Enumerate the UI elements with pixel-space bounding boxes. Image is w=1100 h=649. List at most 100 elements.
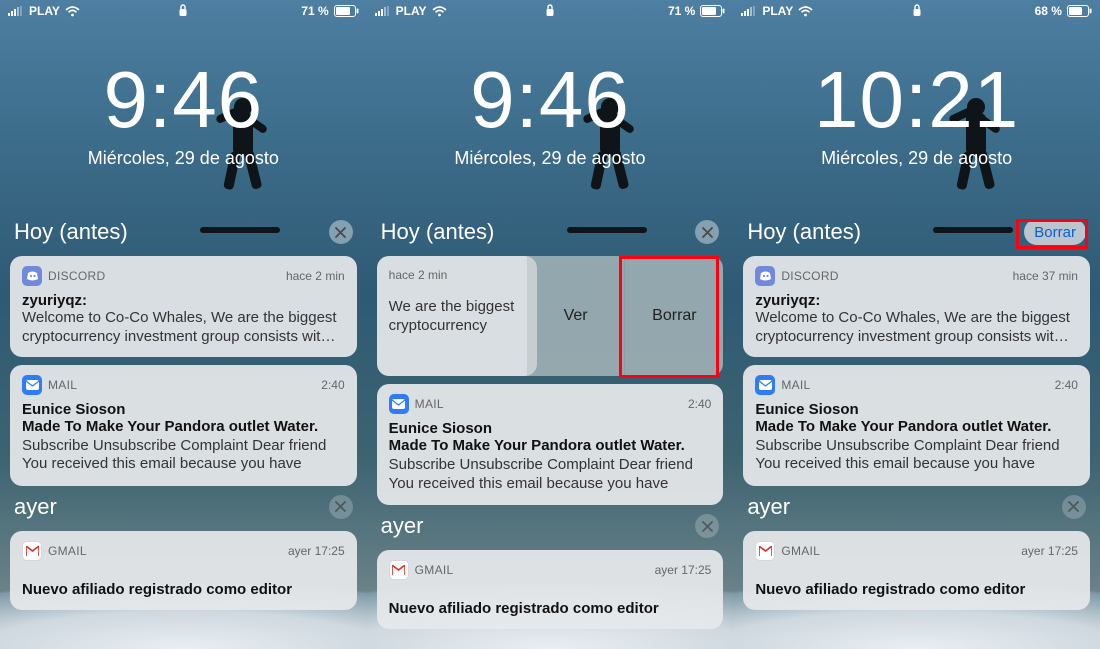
swipe-delete-button[interactable]: Borrar: [624, 256, 723, 376]
carrier-label: PLAY: [29, 4, 60, 18]
app-name: MAIL: [781, 378, 810, 392]
gmail-subject: Nuevo afiliado registrado como editor: [22, 581, 345, 598]
section-title: Hoy (antes): [381, 219, 495, 245]
notification-time: ayer 17:25: [288, 544, 345, 558]
notification-time: 2:40: [321, 378, 344, 392]
section-header-today: Hoy (antes): [10, 219, 357, 248]
discord-icon: [22, 266, 42, 286]
battery-label: 68 %: [1035, 4, 1062, 18]
close-icon: [702, 227, 713, 238]
wifi-icon: [798, 6, 813, 17]
close-icon: [1068, 501, 1079, 512]
battery-icon: [1067, 5, 1092, 17]
phone-screen-2: PLAY 71 % 9:46 Miércoles, 29 de agosto H…: [367, 0, 734, 649]
mail-subject: Made To Make Your Pandora outlet Water.: [755, 418, 1078, 435]
section-header-yesterday: ayer: [10, 494, 357, 523]
notification-gmail[interactable]: GMAIL ayer 17:25 Nuevo afiliado registra…: [10, 531, 357, 610]
signal-icon: [375, 6, 391, 17]
wifi-icon: [432, 6, 447, 17]
mail-preview: Subscribe Unsubscribe Complaint Dear fri…: [22, 437, 345, 476]
signal-icon: [8, 6, 24, 17]
app-name: DISCORD: [48, 269, 105, 283]
wifi-icon: [65, 6, 80, 17]
gmail-icon: [22, 541, 42, 561]
section-header-today: Hoy (antes) Borrar: [743, 219, 1090, 248]
status-bar: PLAY 71 %: [367, 0, 734, 22]
collapse-section-button[interactable]: [329, 495, 353, 519]
notification-time: ayer 17:25: [655, 563, 712, 577]
notification-time: 2:40: [1055, 378, 1078, 392]
gmail-subject: Nuevo afiliado registrado como editor: [389, 600, 712, 617]
section-header-today: Hoy (antes): [377, 219, 724, 248]
app-name: MAIL: [48, 378, 77, 392]
close-icon: [335, 501, 346, 512]
lock-date: Miércoles, 29 de agosto: [367, 148, 734, 169]
carrier-label: PLAY: [396, 4, 427, 18]
notification-discord-swiped[interactable]: hace 2 min We are the biggest cryptocurr…: [377, 256, 724, 376]
notification-body: Welcome to Co-Co Whales, We are the bigg…: [755, 309, 1078, 347]
status-bar: PLAY 68 %: [733, 0, 1100, 22]
notification-mail[interactable]: MAIL 2:40 Eunice Sioson Made To Make You…: [377, 384, 724, 505]
signal-icon: [741, 6, 757, 17]
gmail-icon: [389, 560, 409, 580]
app-name: DISCORD: [781, 269, 838, 283]
battery-label: 71 %: [301, 4, 328, 18]
notification-time: 2:40: [688, 397, 711, 411]
collapse-section-button[interactable]: [695, 514, 719, 538]
notification-gmail[interactable]: GMAIL ayer 17:25 Nuevo afiliado registra…: [743, 531, 1090, 610]
app-name: GMAIL: [781, 544, 820, 558]
lock-clock: 9:46: [367, 60, 734, 140]
notification-discord[interactable]: DISCORD hace 2 min zyuriyqz: Welcome to …: [10, 256, 357, 357]
battery-label: 71 %: [668, 4, 695, 18]
notification-mail[interactable]: MAIL 2:40 Eunice Sioson Made To Make You…: [10, 365, 357, 486]
app-name: GMAIL: [415, 563, 454, 577]
lock-icon: [912, 3, 922, 20]
gmail-subject: Nuevo afiliado registrado como editor: [755, 581, 1078, 598]
lock-clock: 10:21: [733, 60, 1100, 140]
lock-date: Miércoles, 29 de agosto: [0, 148, 367, 169]
swipe-view-button[interactable]: Ver: [527, 256, 625, 376]
section-title: Hoy (antes): [14, 219, 128, 245]
lock-icon: [178, 3, 188, 20]
mail-preview: Subscribe Unsubscribe Complaint Dear fri…: [389, 456, 712, 495]
mail-sender: Eunice Sioson: [22, 401, 345, 418]
notification-body: We are the biggest cryptocurrency invest…: [389, 298, 525, 337]
section-header-yesterday: ayer: [743, 494, 1090, 523]
collapse-section-button[interactable]: [1062, 495, 1086, 519]
battery-icon: [700, 5, 725, 17]
section-title: ayer: [381, 513, 424, 539]
gmail-icon: [755, 541, 775, 561]
battery-icon: [334, 5, 359, 17]
notification-time: hace 2 min: [286, 269, 345, 283]
app-name: GMAIL: [48, 544, 87, 558]
phone-screen-3: PLAY 68 % 10:21 Miércoles, 29 de agosto …: [733, 0, 1100, 649]
notification-mail[interactable]: MAIL 2:40 Eunice Sioson Made To Make You…: [743, 365, 1090, 486]
notification-time: ayer 17:25: [1021, 544, 1078, 558]
mail-icon: [755, 375, 775, 395]
mail-subject: Made To Make Your Pandora outlet Water.: [22, 418, 345, 435]
discord-icon: [755, 266, 775, 286]
section-title: ayer: [747, 494, 790, 520]
status-bar: PLAY 71 %: [0, 0, 367, 22]
mail-sender: Eunice Sioson: [389, 420, 712, 437]
clear-section-button[interactable]: Borrar: [1024, 219, 1086, 245]
notification-gmail[interactable]: GMAIL ayer 17:25 Nuevo afiliado registra…: [377, 550, 724, 629]
notification-time: hace 37 min: [1013, 269, 1078, 283]
collapse-section-button[interactable]: [329, 220, 353, 244]
collapse-section-button[interactable]: [695, 220, 719, 244]
app-name: MAIL: [415, 397, 444, 411]
notification-sender: zyuriyqz:: [22, 292, 345, 309]
carrier-label: PLAY: [762, 4, 793, 18]
notification-discord[interactable]: DISCORD hace 37 min zyuriyqz: Welcome to…: [743, 256, 1090, 357]
mail-sender: Eunice Sioson: [755, 401, 1078, 418]
mail-preview: Subscribe Unsubscribe Complaint Dear fri…: [755, 437, 1078, 476]
notification-sender: zyuriyqz:: [755, 292, 1078, 309]
phone-screen-1: PLAY 71 % 9:46 Miércoles, 29 de agosto H…: [0, 0, 367, 649]
mail-icon: [389, 394, 409, 414]
close-icon: [702, 521, 713, 532]
section-title: ayer: [14, 494, 57, 520]
mail-icon: [22, 375, 42, 395]
notification-time: hace 2 min: [389, 268, 448, 282]
lock-clock: 9:46: [0, 60, 367, 140]
notification-body: Welcome to Co-Co Whales, We are the bigg…: [22, 309, 345, 347]
